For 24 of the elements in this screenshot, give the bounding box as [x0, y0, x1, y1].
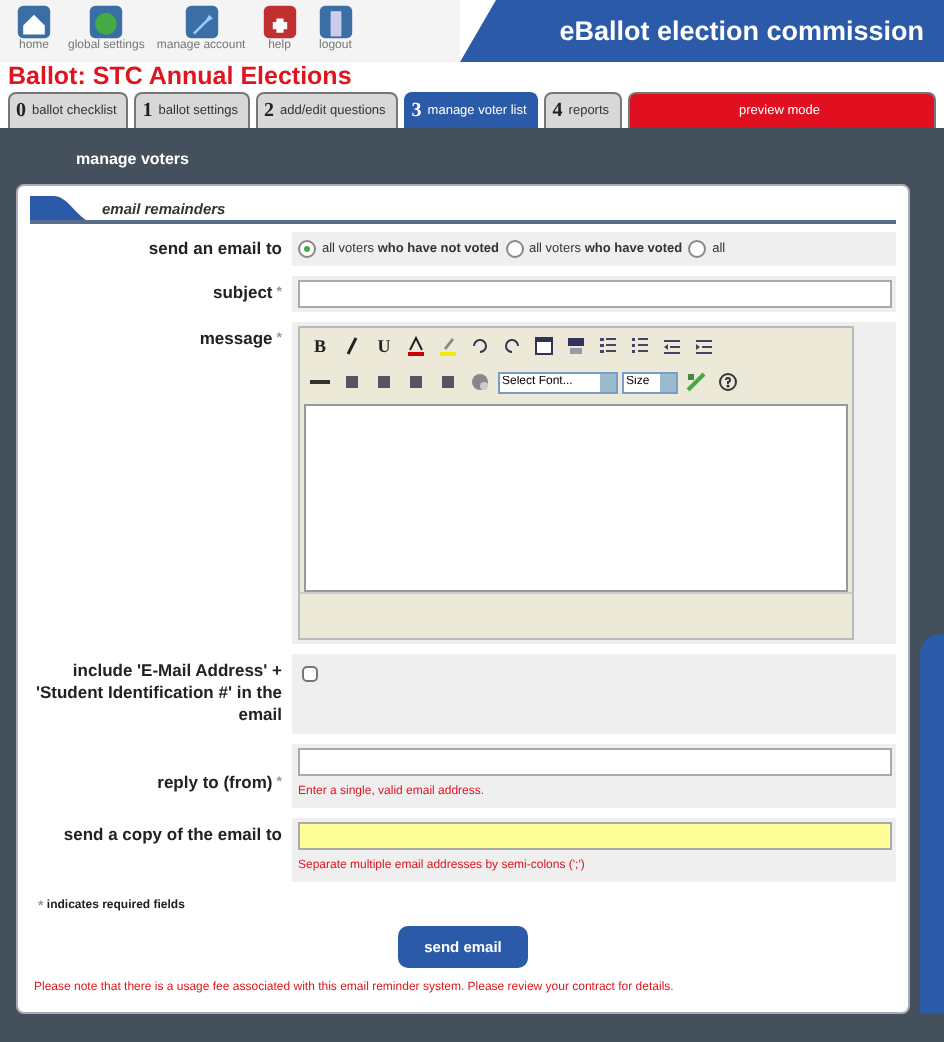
reply-to-field[interactable] [298, 748, 892, 776]
field-label: include 'E-Mail Address' + 'Student Identification #' in the email [33, 658, 282, 728]
radio-button[interactable] [505, 240, 523, 258]
ballot-title: Ballot: STC Annual Elections [6, 62, 354, 90]
field-label: send a copy of the email to [61, 822, 282, 848]
door-icon [315, 4, 356, 40]
radio-button[interactable] [298, 240, 316, 258]
panel-title: manage voters [74, 148, 191, 172]
eraser-icon[interactable] [682, 368, 710, 396]
text-color-icon[interactable] [402, 332, 430, 360]
app-title-banner: eBallot election commission [460, 0, 944, 62]
swoosh-icon [30, 196, 86, 220]
globe-icon [86, 4, 127, 40]
field-label: send an email to [146, 236, 282, 262]
format-button[interactable]: B [306, 332, 334, 360]
message-field[interactable] [304, 404, 848, 592]
format-button[interactable]: U [370, 332, 398, 360]
help-icon[interactable] [714, 368, 742, 396]
subject-field[interactable] [298, 280, 892, 308]
copy-to-field[interactable] [298, 822, 892, 850]
wrench-icon [181, 4, 222, 40]
checkbox[interactable] [302, 666, 318, 682]
radio-button[interactable] [688, 240, 707, 258]
table-icon[interactable] [530, 332, 558, 360]
